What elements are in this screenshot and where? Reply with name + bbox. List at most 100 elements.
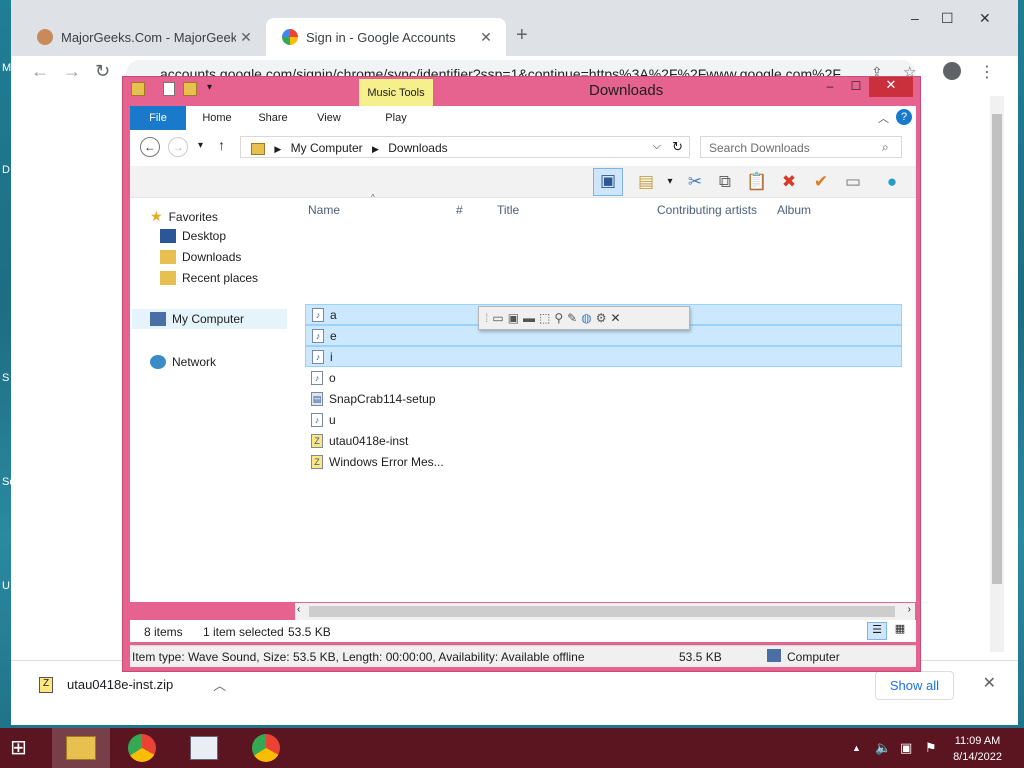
paste-icon[interactable]: 📋 [745, 170, 769, 194]
taskbar-chrome[interactable] [114, 728, 172, 768]
column-header-number[interactable]: # [456, 203, 463, 217]
rename-icon[interactable]: ▭ [841, 170, 865, 194]
nav-downloads[interactable]: Downloads [160, 250, 241, 264]
minimize-button[interactable]: – [911, 10, 919, 26]
details-view-icon[interactable]: ☰ [867, 622, 887, 640]
menu-dots-icon[interactable]: ⋮ [979, 62, 995, 82]
tab-google-signin[interactable]: Sign in - Google Accounts ✕ [266, 18, 506, 56]
chevron-up-icon[interactable]: ︿ [213, 675, 226, 694]
checkmark-icon[interactable]: ✔ [809, 170, 833, 194]
capture-desktop-icon[interactable]: ▬ [523, 311, 535, 325]
search-input[interactable]: Search Downloads [700, 136, 902, 158]
nav-network[interactable]: Network [150, 355, 216, 369]
tab-file[interactable]: File [130, 106, 186, 130]
forward-arrow-icon[interactable]: → [63, 61, 81, 82]
tab-share[interactable]: Share [248, 106, 298, 130]
capture-window-icon[interactable]: ▭ [492, 311, 503, 325]
desktop-icon-label[interactable]: U [2, 580, 10, 592]
tab-play[interactable]: Play [368, 106, 424, 130]
copy-icon[interactable]: ⧉ [713, 170, 737, 194]
forward-arrow-icon[interactable]: → [168, 137, 188, 157]
nav-recent-places[interactable]: Recent places [160, 271, 258, 285]
nav-favorites[interactable]: ★ Favorites [150, 208, 218, 225]
up-arrow-icon[interactable]: ↑ [218, 137, 225, 153]
new-folder-icon[interactable] [183, 82, 197, 96]
close-icon[interactable]: ✕ [610, 311, 620, 325]
refresh-icon[interactable]: ↻ [672, 139, 683, 155]
breadcrumb-computer[interactable]: My Computer [291, 141, 363, 155]
system-clock[interactable]: 11:09 AM 8/14/2022 [953, 733, 1002, 765]
capture-timer-icon[interactable]: ⚲ [554, 311, 563, 325]
back-arrow-icon[interactable]: ← [31, 61, 49, 82]
file-row[interactable]: Z Windows Error Mes... [305, 451, 902, 472]
help-icon[interactable]: ? [896, 109, 912, 125]
capture-client-icon[interactable]: ▣ [508, 311, 519, 325]
preview-pane-icon[interactable]: ▣ [593, 168, 623, 196]
windows-start-icon[interactable]: ⊞ [10, 737, 36, 759]
capture-region-icon[interactable]: ⬚ [539, 311, 550, 325]
maximize-button[interactable]: ☐ [845, 79, 867, 99]
nav-my-computer[interactable]: My Computer [132, 309, 287, 329]
close-button[interactable]: ✕ [979, 10, 991, 27]
tab-close-icon[interactable]: ✕ [476, 29, 496, 46]
large-icons-view-icon[interactable]: ▦ [891, 622, 909, 640]
taskbar-file-explorer[interactable] [52, 728, 110, 768]
column-header-artists[interactable]: Contributing artists [657, 203, 757, 217]
tab-view[interactable]: View [304, 106, 354, 130]
tab-majorgeeks[interactable]: MajorGeeks.Com - MajorGeeks ✕ [21, 18, 266, 56]
new-tab-button[interactable]: + [516, 24, 528, 47]
address-bar[interactable]: ▶ My Computer ▶ Downloads ⌵ ↻ [240, 136, 690, 158]
desktop-icon-label[interactable]: M [2, 62, 11, 74]
settings-gear-icon[interactable]: ⚙ [596, 311, 607, 325]
desktop-icon-label[interactable]: D [2, 164, 10, 176]
breadcrumb-downloads[interactable]: Downloads [388, 141, 447, 155]
properties-icon[interactable] [163, 82, 175, 96]
volume-muted-icon[interactable]: 🔈 [875, 740, 891, 756]
download-item[interactable]: Z utau0418e-inst.zip ︿ [39, 675, 226, 694]
expand-ribbon-icon[interactable]: ︿ [878, 110, 889, 126]
scroll-right-icon[interactable]: › [908, 604, 911, 615]
taskbar-app[interactable] [176, 728, 234, 768]
file-row[interactable]: ♪ i [305, 346, 902, 367]
network-status-icon[interactable]: ▣ [900, 740, 912, 756]
drag-handle-icon[interactable]: ⁞ [485, 311, 488, 325]
scrollbar-thumb[interactable] [309, 606, 895, 617]
close-button[interactable]: ✕ [869, 77, 913, 97]
scrollbar-thumb[interactable] [992, 114, 1002, 584]
minimize-button[interactable]: – [819, 79, 841, 99]
web-capture-icon[interactable]: ◍ [581, 311, 591, 325]
recent-locations-chevron-icon[interactable]: ▾ [198, 140, 203, 151]
dropdown-icon[interactable]: ▾ [658, 170, 682, 194]
file-row[interactable]: ♪ u [305, 409, 902, 430]
maximize-button[interactable]: ☐ [941, 10, 954, 27]
profile-avatar-icon[interactable] [943, 62, 961, 80]
search-icon[interactable]: ⌕ [882, 140, 889, 155]
action-center-icon[interactable]: ⚑ [925, 740, 937, 756]
pin-icon[interactable]: ✎ [567, 311, 577, 325]
column-header-name[interactable]: Name [308, 203, 340, 217]
file-row[interactable]: ♪ o [305, 367, 902, 388]
music-tools-contextual-tab[interactable]: Music Tools [359, 79, 433, 109]
quick-access-dropdown-icon[interactable]: ▾ [207, 82, 212, 93]
nav-desktop[interactable]: Desktop [160, 229, 226, 243]
address-dropdown-icon[interactable]: ⌵ [653, 140, 661, 153]
delete-icon[interactable]: ✖ [777, 170, 801, 194]
column-header-album[interactable]: Album [777, 203, 811, 217]
reload-icon[interactable]: ↻ [95, 61, 110, 82]
horizontal-scrollbar[interactable]: ‹ › [295, 603, 915, 620]
close-download-shelf-icon[interactable]: ✕ [983, 673, 996, 693]
tab-close-icon[interactable]: ✕ [236, 29, 256, 46]
scroll-left-icon[interactable]: ‹ [297, 604, 300, 615]
page-scrollbar[interactable] [990, 96, 1004, 652]
tab-home[interactable]: Home [192, 106, 242, 130]
show-all-button[interactable]: Show all [874, 671, 954, 700]
taskbar-chrome-2[interactable] [238, 728, 296, 768]
file-row[interactable]: ▤ SnapCrab114-setup [305, 388, 902, 409]
shell-icon[interactable]: ● [880, 170, 904, 194]
file-row[interactable]: Z utau0418e-inst [305, 430, 902, 451]
show-hidden-icons-icon[interactable]: ▲ [852, 743, 861, 753]
folder-options-icon[interactable]: ▤ [634, 170, 658, 194]
cut-icon[interactable]: ✂ [683, 170, 707, 194]
back-arrow-icon[interactable]: ← [140, 137, 160, 157]
desktop-icon-label[interactable]: S [2, 372, 9, 384]
